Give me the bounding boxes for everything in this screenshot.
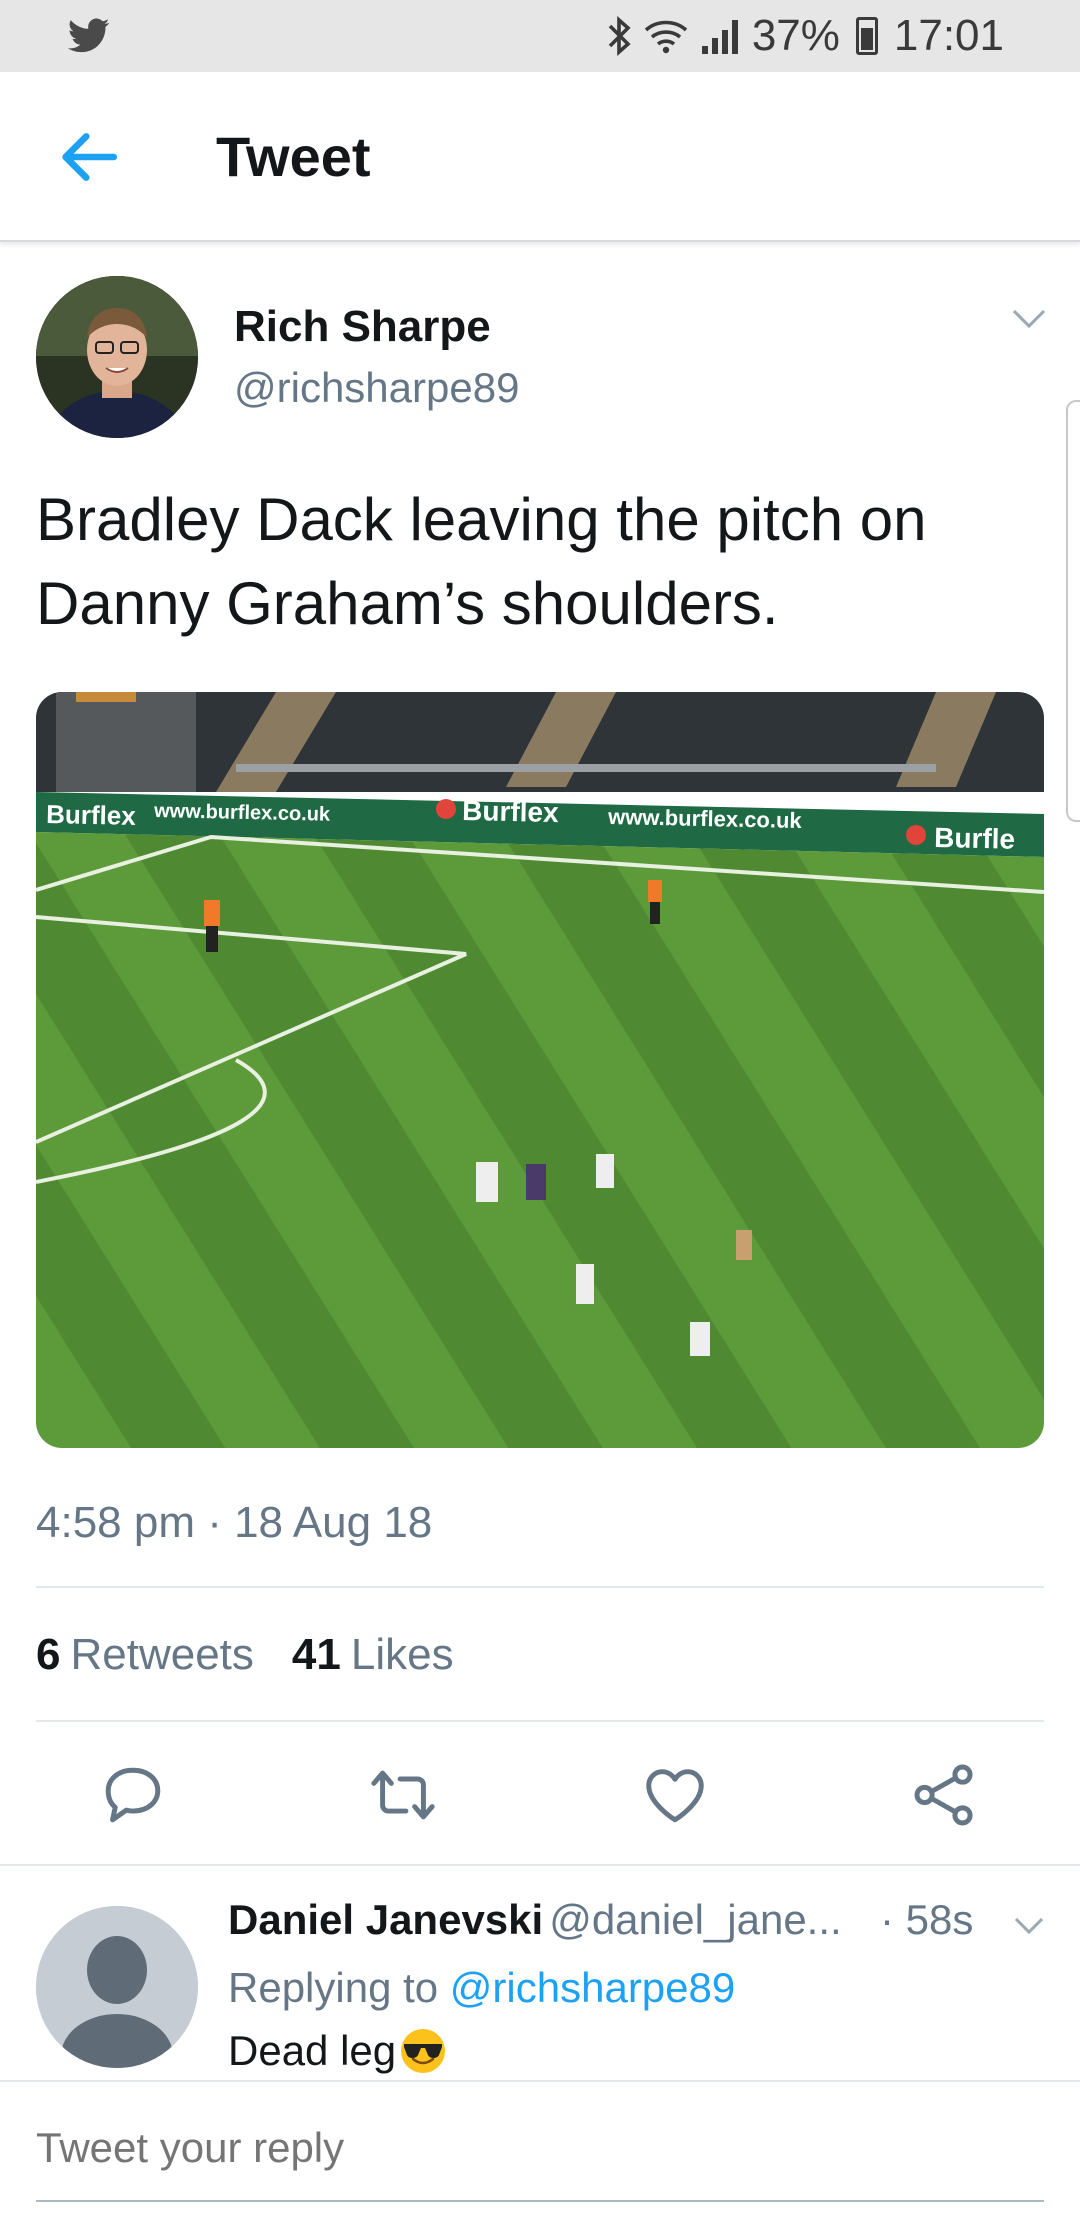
- sunglasses-emoji-icon: [401, 2029, 446, 2073]
- battery-icon: [855, 17, 878, 55]
- svg-text:www.burflex.co.uk: www.burflex.co.uk: [153, 800, 331, 826]
- reply-icon[interactable]: [98, 1760, 168, 1830]
- author-photo: [36, 276, 198, 438]
- wifi-icon: [644, 20, 688, 54]
- reply-author-handle[interactable]: @daniel_jane...: [549, 1896, 842, 1943]
- chevron-down-icon[interactable]: [1012, 1914, 1046, 1938]
- svg-text:www.burflex.co.uk: www.burflex.co.uk: [607, 804, 803, 833]
- author-name[interactable]: Rich Sharpe: [234, 302, 491, 352]
- tweet-stats: 6 Retweets 41 Likes: [36, 1630, 454, 1680]
- replying-to-mention[interactable]: @richsharpe89: [450, 1964, 735, 2011]
- share-icon[interactable]: [910, 1760, 980, 1830]
- reply-header: Daniel Janevski @daniel_jane...: [228, 1896, 842, 1944]
- page-title: Tweet: [216, 125, 371, 188]
- reply-avatar[interactable]: [36, 1906, 198, 2068]
- bluetooth-icon: [608, 16, 631, 56]
- input-underline: [36, 2200, 1044, 2202]
- reply-text-body: Dead leg: [228, 2027, 397, 2074]
- replying-to-label: Replying to: [228, 1964, 439, 2011]
- svg-text:Burflex: Burflex: [462, 795, 560, 828]
- default-avatar-icon: [36, 1906, 198, 2068]
- replying-to: Replying to @richsharpe89: [228, 1964, 735, 2012]
- reply-composer: [0, 2080, 1080, 2220]
- author-handle[interactable]: @richsharpe89: [234, 364, 519, 412]
- status-right: 37% 17:01: [606, 10, 1004, 62]
- like-icon[interactable]: [640, 1760, 710, 1830]
- svg-text:Burflex: Burflex: [46, 799, 137, 831]
- football-pitch-photo: Burflex www.burflex.co.uk Burflex www.bu…: [36, 692, 1044, 1448]
- divider: [36, 1586, 1044, 1588]
- retweets-label: Retweets: [70, 1630, 254, 1679]
- retweets-count: 6: [36, 1630, 61, 1679]
- clock: 17:01: [893, 11, 1004, 60]
- signal-icon: [701, 20, 738, 54]
- chevron-down-icon[interactable]: [1010, 306, 1048, 332]
- section-divider: [0, 1864, 1080, 1866]
- scroll-handle[interactable]: [1066, 400, 1080, 822]
- battery-percent: 37%: [751, 11, 840, 60]
- retweets-stat[interactable]: 6 Retweets: [36, 1630, 254, 1680]
- status-bar: 37% 17:01: [0, 0, 1080, 72]
- tweet-timestamp: 4:58 pm · 18 Aug 18: [36, 1498, 433, 1547]
- author-avatar[interactable]: [36, 276, 198, 438]
- reply-input[interactable]: [36, 2124, 1044, 2172]
- app-header: Tweet: [0, 72, 1080, 242]
- likes-label: Likes: [350, 1630, 454, 1679]
- tweet-text: Bradley Dack leaving the pitch on Danny …: [36, 486, 927, 637]
- arrow-left-icon[interactable]: [56, 124, 122, 190]
- twitter-bird-icon: [68, 18, 110, 53]
- tweet-actions: [0, 1760, 1080, 1870]
- reply-text: Dead leg: [228, 2026, 448, 2076]
- divider: [36, 1720, 1044, 1722]
- likes-count: 41: [291, 1630, 341, 1679]
- reply-time: · 58s: [880, 1896, 974, 1943]
- likes-stat[interactable]: 41 Likes: [292, 1630, 454, 1680]
- svg-text:Burfle: Burfle: [934, 822, 1016, 855]
- reply-author-name[interactable]: Daniel Janevski: [228, 1896, 543, 1943]
- retweet-icon[interactable]: [368, 1760, 438, 1830]
- tweet-media-image[interactable]: Burflex www.burflex.co.uk Burflex www.bu…: [36, 692, 1044, 1448]
